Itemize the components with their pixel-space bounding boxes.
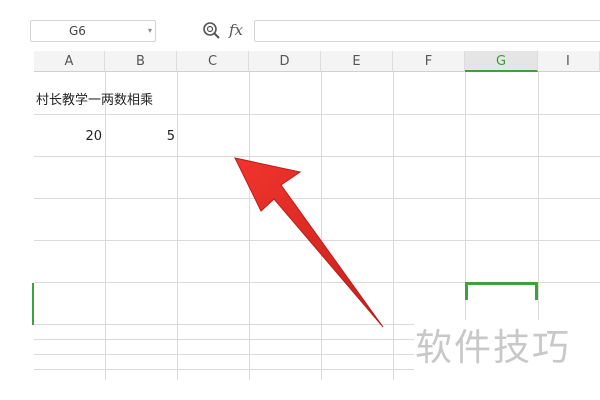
watermark: 软件技巧 xyxy=(415,326,571,369)
